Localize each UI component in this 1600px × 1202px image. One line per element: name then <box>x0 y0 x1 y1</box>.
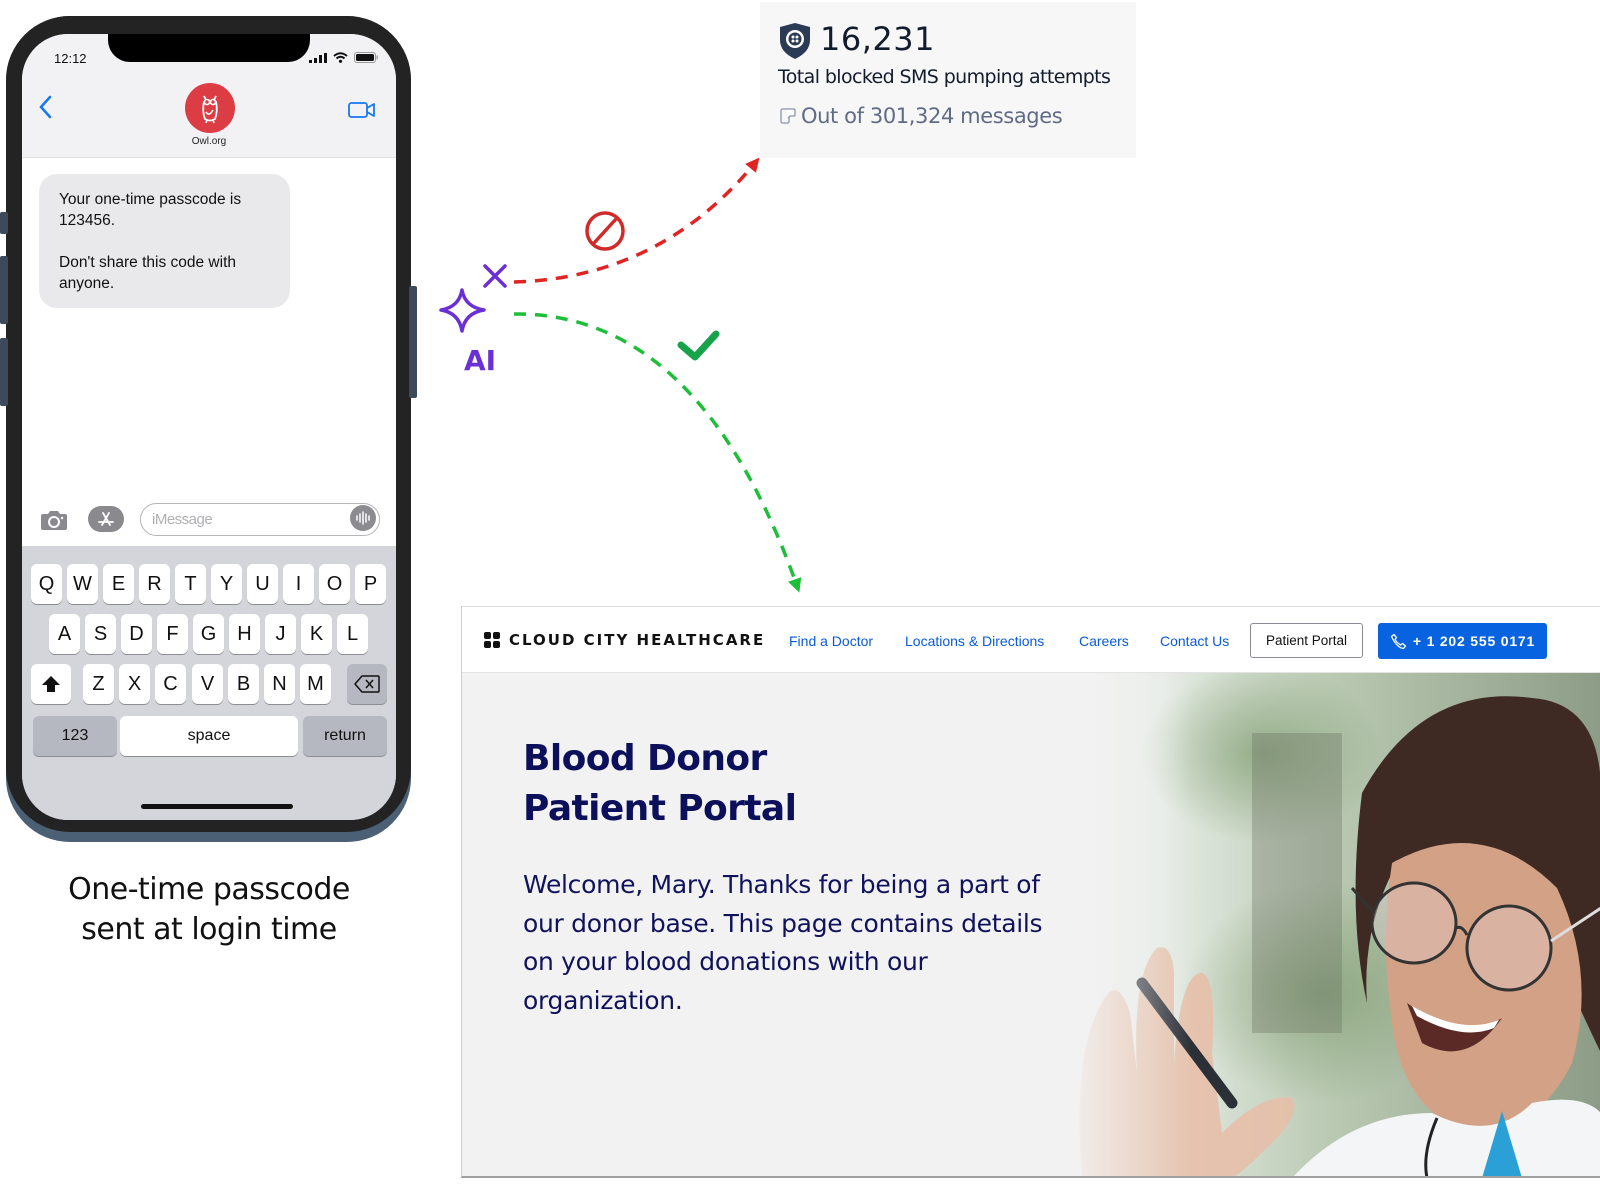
key[interactable]: Q <box>31 564 62 604</box>
key[interactable]: R <box>139 564 170 604</box>
key[interactable]: O <box>319 564 350 604</box>
video-call-icon[interactable] <box>348 100 376 120</box>
caption-line: One-time passcode <box>68 872 350 907</box>
nav-careers[interactable]: Careers <box>1079 633 1129 649</box>
key[interactable]: M <box>300 664 331 704</box>
key[interactable]: Z <box>83 664 114 704</box>
key[interactable]: H <box>229 614 260 654</box>
blocked-stats-card: 16,231 Total blocked SMS pumping attempt… <box>760 2 1136 158</box>
message-line: Don't share this code with <box>59 254 236 271</box>
key[interactable]: J <box>265 614 296 654</box>
compose-bar: iMessage <box>22 500 396 540</box>
message-line: Your one-time passcode is <box>59 191 242 208</box>
hero-title-line: Patient Portal <box>523 788 797 829</box>
contact-avatar[interactable] <box>185 83 235 133</box>
phone-screen: 12:12 Owl.org Your one-time passcode is … <box>22 34 396 820</box>
site-navbar: CLOUD CITY HEALTHCARE Find a Doctor Loca… <box>462 606 1600 673</box>
status-time: 12:12 <box>54 51 87 66</box>
sparkle-icon <box>439 288 486 333</box>
conversation-header: Owl.org <box>22 78 396 158</box>
app-store-icon <box>98 512 114 526</box>
key[interactable]: B <box>228 664 259 704</box>
checkmark-icon <box>677 330 720 361</box>
brand-logo-link[interactable]: CLOUD CITY HEALTHCARE <box>484 631 765 649</box>
return-key[interactable]: return <box>303 716 387 756</box>
message-line: anyone. <box>59 275 115 292</box>
healthcare-website: CLOUD CITY HEALTHCARE Find a Doctor Loca… <box>461 606 1600 1178</box>
nav-locations[interactable]: Locations & Directions <box>905 633 1044 649</box>
blocked-label: Total blocked SMS pumping attempts <box>778 66 1111 88</box>
app-store-button[interactable] <box>88 506 124 532</box>
brand-grid-icon <box>484 632 500 648</box>
phone-caption: One-time passcode sent at login time <box>20 870 398 950</box>
blocked-count: 16,231 <box>820 20 935 58</box>
hero-title-line: Blood Donor <box>523 738 767 779</box>
imessage-input[interactable]: iMessage <box>140 503 380 536</box>
key[interactable]: F <box>157 614 188 654</box>
key[interactable]: I <box>283 564 314 604</box>
key[interactable]: A <box>49 614 80 654</box>
key[interactable]: P <box>355 564 386 604</box>
wifi-icon <box>333 52 348 63</box>
brand-name: CLOUD CITY HEALTHCARE <box>509 631 766 649</box>
key[interactable]: Y <box>211 564 242 604</box>
backspace-icon <box>354 675 380 693</box>
space-key[interactable]: space <box>120 716 298 756</box>
patient-portal-button[interactable]: Patient Portal <box>1250 623 1363 658</box>
phone-side-button <box>0 212 8 234</box>
delete-key[interactable] <box>347 664 387 704</box>
home-indicator[interactable] <box>141 804 293 809</box>
caption-line: sent at login time <box>81 912 337 947</box>
phone-power-button <box>409 286 417 398</box>
key[interactable]: W <box>67 564 98 604</box>
phone-notch <box>108 34 310 62</box>
message-line: 123456. <box>59 212 116 229</box>
message-icon <box>780 108 796 124</box>
total-messages: Out of 301,324 messages <box>780 104 1063 128</box>
key[interactable]: G <box>193 614 224 654</box>
key[interactable]: V <box>192 664 223 704</box>
owl-icon <box>202 95 218 124</box>
nav-find-a-doctor[interactable]: Find a Doctor <box>789 633 873 649</box>
signal-icon <box>309 52 327 63</box>
shift-key[interactable] <box>31 664 71 704</box>
ai-label: AI <box>464 344 497 377</box>
key[interactable]: S <box>85 614 116 654</box>
key[interactable]: T <box>175 564 206 604</box>
shield-icon <box>780 23 810 59</box>
back-chevron-icon[interactable] <box>36 94 56 120</box>
nav-contact-us[interactable]: Contact Us <box>1160 633 1229 649</box>
waveform-icon <box>356 511 370 525</box>
status-icons <box>309 52 378 63</box>
message-bubble: Your one-time passcode is 123456. Don't … <box>39 174 290 308</box>
key[interactable]: K <box>301 614 332 654</box>
allowed-path-arrow <box>513 312 802 593</box>
call-button-number: + 1 202 555 0171 <box>1412 633 1536 649</box>
key[interactable]: D <box>121 614 152 654</box>
keyboard: Q W E R T Y U I O P A S D F G H J K L Z … <box>22 546 396 820</box>
phone-volume-down <box>0 338 8 406</box>
key[interactable]: L <box>337 614 368 654</box>
shift-arrow-icon <box>42 676 60 692</box>
audio-button[interactable] <box>350 505 376 531</box>
total-messages-text: Out of 301,324 messages <box>801 104 1063 128</box>
hero-welcome-text: Welcome, Mary. Thanks for being a part o… <box>523 870 1043 1015</box>
call-button[interactable]: + 1 202 555 0171 <box>1378 623 1547 659</box>
key[interactable]: X <box>119 664 150 704</box>
key[interactable]: C <box>155 664 186 704</box>
doctor-photo <box>1062 673 1600 1176</box>
cross-icon <box>483 264 507 288</box>
camera-icon[interactable] <box>40 509 68 531</box>
key[interactable]: N <box>264 664 295 704</box>
numbers-key[interactable]: 123 <box>33 716 117 756</box>
contact-name[interactable]: Owl.org <box>22 136 396 147</box>
hero-title: Blood Donor Patient Portal <box>523 734 797 834</box>
key[interactable]: U <box>247 564 278 604</box>
phone-icon <box>1390 633 1407 649</box>
battery-icon <box>354 52 378 63</box>
key[interactable]: E <box>103 564 134 604</box>
blocked-path-arrow <box>513 157 760 284</box>
blocked-icon <box>585 211 625 251</box>
phone-volume-up <box>0 256 8 324</box>
